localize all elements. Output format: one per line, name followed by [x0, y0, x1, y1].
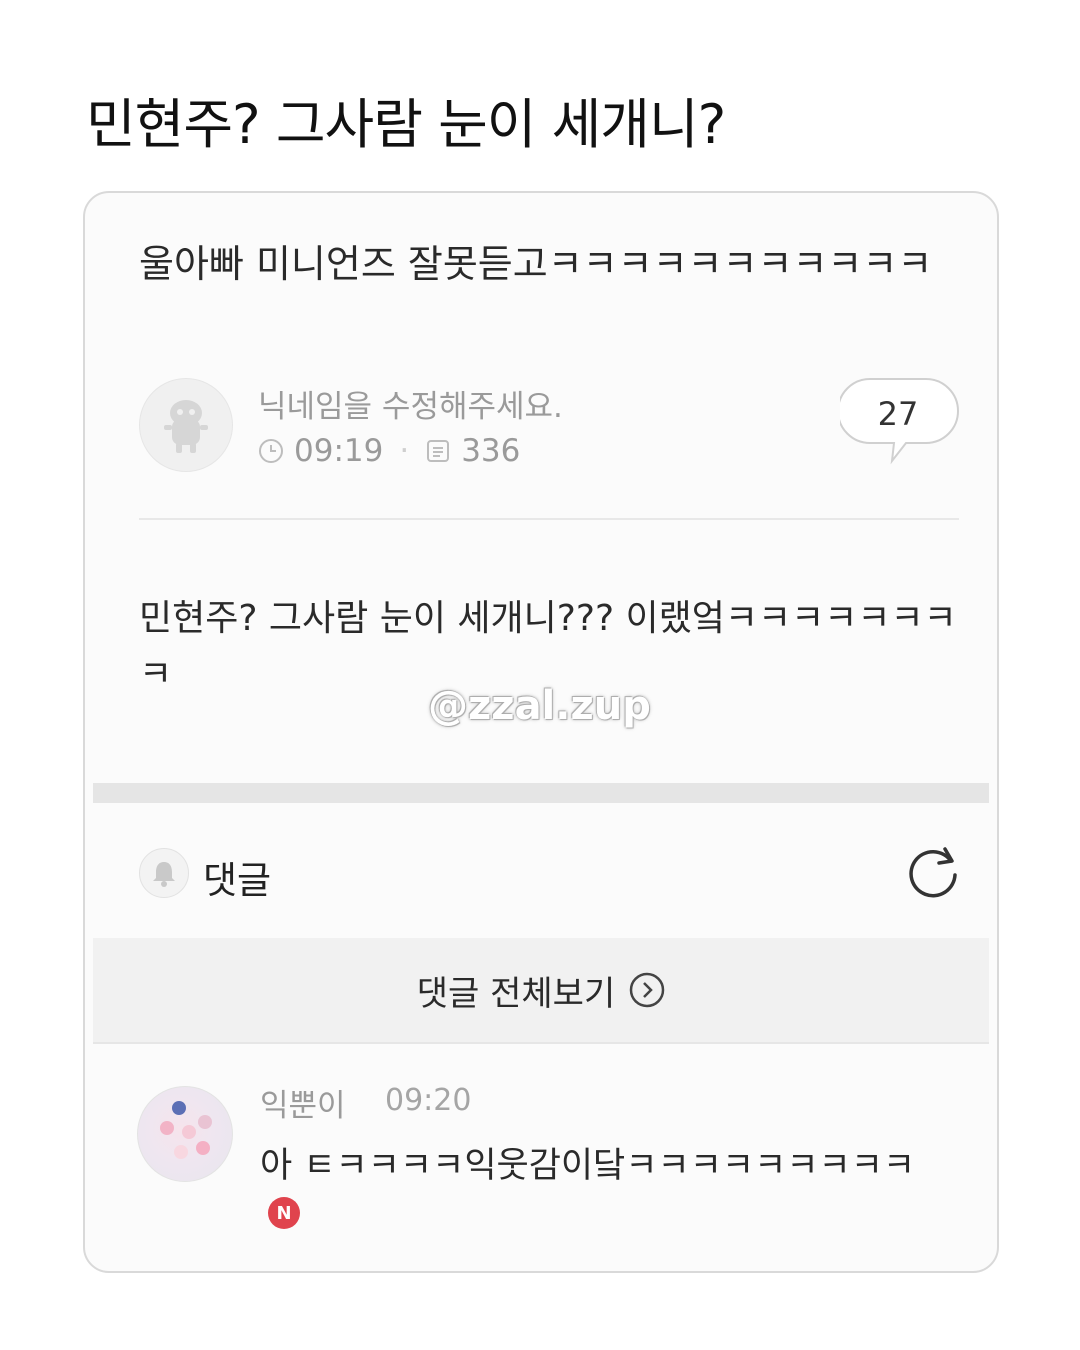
page-headline: 민현주? 그사람 눈이 세개니?	[86, 93, 726, 156]
divider	[93, 1042, 989, 1044]
divider	[139, 518, 959, 520]
view-all-comments-button[interactable]: 댓글 전체보기	[93, 938, 989, 1042]
view-all-label: 댓글 전체보기	[416, 973, 616, 1014]
flower-icon	[172, 1101, 186, 1115]
chevron-right-circle-icon	[630, 972, 665, 1008]
comment-time: 09:20	[385, 1083, 472, 1118]
new-badge: N	[268, 1197, 300, 1229]
commenter-avatar[interactable]	[137, 1086, 233, 1182]
post-title: 울아빠 미니언즈 잘못듣고ㅋㅋㅋㅋㅋㅋㅋㅋㅋㅋㅋ	[139, 242, 933, 286]
default-avatar-icon	[164, 400, 208, 453]
flower-icon	[174, 1145, 188, 1159]
flower-icon	[196, 1141, 210, 1155]
refresh-icon[interactable]	[905, 845, 961, 901]
meta-separator: ·	[399, 433, 410, 469]
bell-icon	[153, 862, 175, 887]
notification-toggle[interactable]	[139, 848, 189, 898]
comment-count-button[interactable]: 27	[840, 377, 959, 465]
flower-icon	[160, 1121, 174, 1135]
commenter-name[interactable]: 익뿐이	[260, 1080, 346, 1125]
comment-count: 27	[877, 395, 919, 433]
views-icon	[427, 440, 450, 462]
watermark: @zzal.zup	[428, 683, 651, 729]
post-time: 09:19	[294, 433, 384, 469]
author-name[interactable]: 닉네임을 수정해주세요.	[258, 381, 563, 426]
post-card: 울아빠 미니언즈 잘못듣고ㅋㅋㅋㅋㅋㅋㅋㅋㅋㅋㅋ 닉네임을 수정해주세요. 09…	[83, 191, 999, 1273]
comment-text: 아 ㅌㅋㅋㅋㅋ익웃감이닼ㅋㅋㅋㅋㅋㅋㅋㅋㅋ	[260, 1146, 916, 1186]
post-meta: 09:19 · 336	[258, 433, 520, 469]
flower-icon	[198, 1115, 212, 1129]
clock-icon	[259, 439, 283, 463]
post-views: 336	[461, 433, 521, 469]
flower-icon	[182, 1125, 196, 1139]
section-separator	[93, 783, 989, 803]
comments-heading: 댓글	[203, 859, 272, 902]
author-avatar[interactable]	[139, 378, 233, 472]
